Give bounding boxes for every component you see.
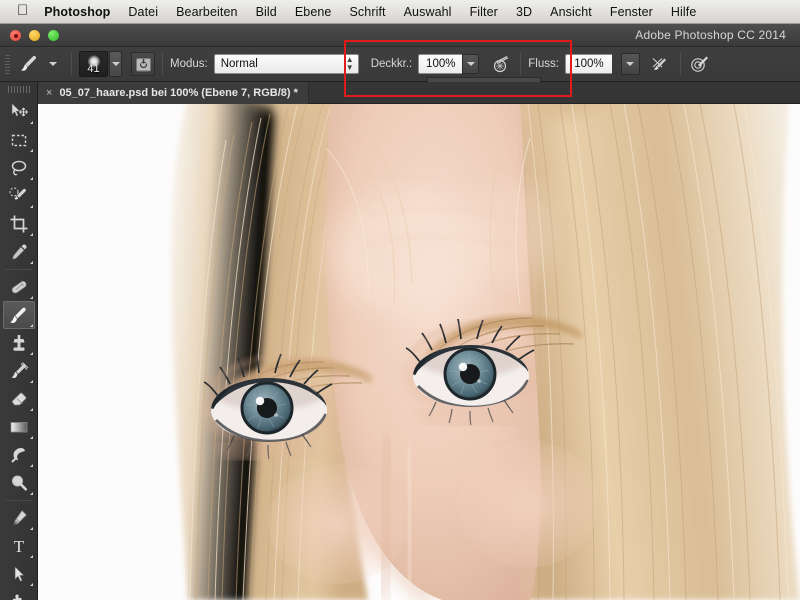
tool-flyout-flag-icon	[29, 296, 33, 299]
tool-zoom[interactable]	[3, 469, 35, 497]
options-bar-grip[interactable]	[3, 53, 12, 75]
toggle-brush-panel-button[interactable]	[131, 52, 155, 76]
tool-crop[interactable]	[3, 210, 35, 238]
zoom-window-button[interactable]	[48, 30, 59, 41]
blend-mode-select[interactable]: Normal ▲ ▼	[213, 54, 359, 74]
flow-slider-toggle[interactable]	[620, 53, 640, 75]
tool-flyout-flag-icon	[29, 408, 33, 411]
tools-divider-2	[4, 500, 33, 501]
tool-gradient[interactable]	[3, 413, 35, 441]
tool-pen[interactable]	[3, 504, 35, 532]
tool-type[interactable]: T	[3, 532, 35, 560]
menu-item-ebene[interactable]: Ebene	[286, 5, 341, 19]
tool-move[interactable]	[3, 98, 35, 126]
opacity-label: Deckkr.:	[370, 58, 413, 70]
tool-flyout-flag-icon	[29, 352, 33, 355]
image-canvas[interactable]	[38, 104, 800, 600]
menu-item-bild[interactable]: Bild	[247, 5, 286, 19]
tool-flyout-flag-icon	[29, 205, 33, 208]
options-divider-4	[679, 53, 681, 75]
airbrush-button[interactable]	[649, 52, 673, 76]
flow-label: Fluss:	[528, 58, 559, 70]
chevron-down-icon	[466, 62, 475, 66]
tool-flyout-flag-icon	[29, 464, 33, 467]
window-title-bar: Adobe Photoshop CC 2014	[0, 24, 800, 47]
tool-flyout-flag-icon	[29, 436, 33, 439]
opacity-slider-toggle[interactable]	[462, 54, 480, 74]
tools-divider-1	[4, 269, 33, 270]
tool-flyout-flag-icon	[29, 555, 33, 558]
menu-item-photoshop[interactable]: Photoshop	[44, 5, 119, 19]
menu-item-fenster[interactable]: Fenster	[601, 5, 662, 19]
menu-item-hilfe[interactable]: Hilfe	[662, 5, 706, 19]
chevron-down-icon	[111, 62, 120, 66]
document-tab-title: 05_07_haare.psd bei 100% (Ebene 7, RGB/8…	[59, 87, 298, 99]
tool-flyout-flag-icon	[29, 492, 33, 495]
menu-item-3d[interactable]: 3D	[507, 5, 541, 19]
tool-options-bar: 41 Modus: Normal ▲ ▼ Deckkr.: 100% Fluss…	[0, 47, 800, 82]
tool-custom-shape[interactable]	[3, 588, 35, 600]
tool-eraser[interactable]	[3, 385, 35, 413]
tool-spot-healing-brush[interactable]	[3, 273, 35, 301]
tool-flyout-flag-icon	[29, 121, 33, 124]
chevron-down-icon	[626, 62, 635, 66]
application-title: Adobe Photoshop CC 2014	[635, 28, 786, 42]
options-divider-2	[162, 53, 163, 75]
blend-mode-value: Normal	[220, 58, 258, 70]
tool-clone-stamp[interactable]	[3, 329, 35, 357]
menu-item-auswahl[interactable]: Auswahl	[395, 5, 461, 19]
document-image	[38, 104, 800, 600]
tool-flyout-flag-icon	[29, 583, 33, 586]
tools-panel: T	[0, 82, 38, 600]
close-window-button[interactable]	[10, 30, 21, 41]
svg-text:T: T	[13, 537, 24, 556]
pressure-controls-opacity-button[interactable]	[489, 52, 513, 76]
opacity-input[interactable]: 100%	[418, 54, 463, 74]
tool-rectangular-marquee[interactable]	[3, 126, 35, 154]
chevron-down-icon	[49, 62, 57, 66]
tool-preset-picker-caret[interactable]	[42, 62, 64, 66]
options-divider-3	[520, 53, 522, 75]
tool-brush[interactable]	[2, 301, 35, 329]
tool-flyout-flag-icon	[29, 177, 33, 180]
stepper-arrows-icon: ▲ ▼	[345, 55, 354, 72]
tool-eyedropper[interactable]	[3, 238, 35, 266]
smoothing-options-button[interactable]	[688, 52, 712, 76]
menu-item-datei[interactable]: Datei	[119, 5, 167, 19]
brush-preset-stepper[interactable]	[109, 51, 122, 77]
options-divider-1	[71, 53, 72, 75]
macos-menu-bar:  Photoshop Datei Bearbeiten Bild Ebene …	[0, 0, 800, 24]
tool-path-selection[interactable]	[3, 560, 35, 588]
tool-flyout-flag-icon	[29, 233, 33, 236]
minimize-window-button[interactable]	[29, 30, 40, 41]
flow-input[interactable]: 100%	[564, 54, 612, 74]
menu-item-ansicht[interactable]: Ansicht	[541, 5, 601, 19]
tools-panel-grip[interactable]	[7, 86, 30, 93]
current-tool-icon[interactable]	[16, 52, 42, 76]
tool-quick-selection[interactable]	[3, 182, 35, 210]
tool-history-brush[interactable]	[3, 357, 35, 385]
tool-flyout-flag-icon	[29, 527, 33, 530]
tool-lasso[interactable]	[3, 154, 35, 182]
tool-dodge[interactable]	[3, 441, 35, 469]
tool-flyout-flag-icon	[29, 149, 33, 152]
brush-size-value: 41	[87, 63, 100, 75]
blend-mode-label: Modus:	[170, 58, 208, 70]
document-tab[interactable]: × 05_07_haare.psd bei 100% (Ebene 7, RGB…	[38, 82, 309, 104]
document-tab-bar: × 05_07_haare.psd bei 100% (Ebene 7, RGB…	[38, 82, 800, 104]
tool-flyout-flag-icon	[29, 380, 33, 383]
menu-item-filter[interactable]: Filter	[461, 5, 507, 19]
menu-item-bearbeiten[interactable]: Bearbeiten	[167, 5, 246, 19]
apple-logo-icon[interactable]: 	[17, 3, 28, 18]
tool-flyout-flag-icon	[29, 261, 33, 264]
brush-preset-picker[interactable]: 41	[79, 51, 108, 77]
menu-item-schrift[interactable]: Schrift	[340, 5, 394, 19]
close-document-icon[interactable]: ×	[46, 87, 52, 99]
tool-flyout-flag-icon	[29, 324, 33, 327]
